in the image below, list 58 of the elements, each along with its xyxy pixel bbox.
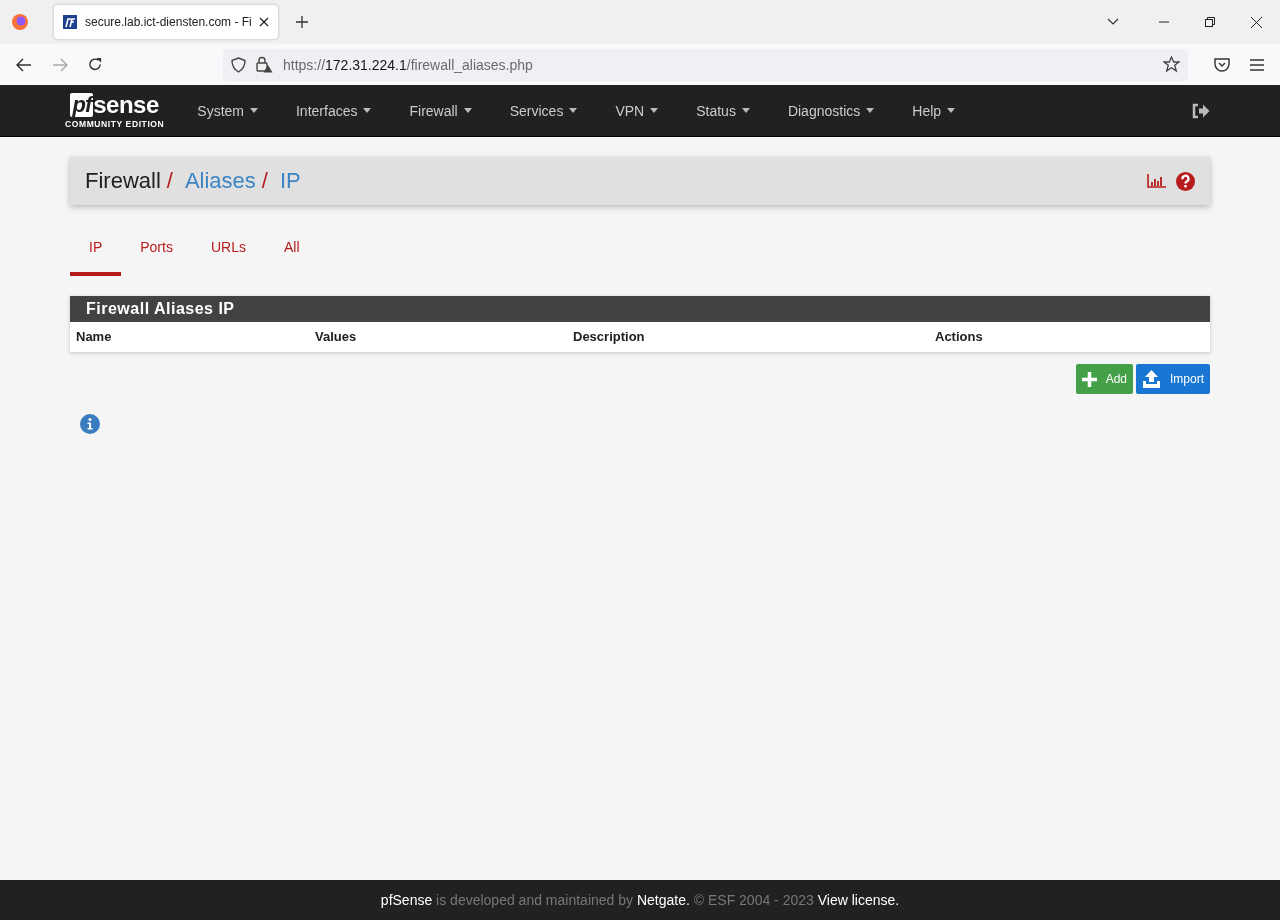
tab[interactable]: All bbox=[264, 227, 319, 276]
import-button[interactable]: Import bbox=[1136, 364, 1210, 394]
nav-menu-item[interactable]: VPN bbox=[596, 102, 678, 119]
menu-icon[interactable] bbox=[1250, 58, 1264, 71]
column-header: Name bbox=[76, 329, 113, 344]
caret-icon bbox=[947, 108, 956, 113]
back-arrow-icon[interactable] bbox=[16, 57, 32, 72]
shield-icon bbox=[231, 56, 246, 73]
nav-menu-item[interactable]: System bbox=[178, 102, 277, 119]
browser-logo-icon[interactable] bbox=[11, 13, 29, 31]
upload-icon bbox=[1142, 369, 1161, 389]
tab[interactable]: IP bbox=[70, 227, 122, 276]
footer-link[interactable]: Netgate. bbox=[636, 892, 690, 908]
close-icon[interactable] bbox=[259, 17, 269, 27]
caret-icon bbox=[569, 108, 578, 113]
tab[interactable]: URLs bbox=[191, 227, 265, 276]
reload-icon[interactable] bbox=[88, 57, 103, 72]
column-header: Actions bbox=[935, 329, 984, 344]
footer-link[interactable]: View license. bbox=[817, 892, 900, 908]
help-icon[interactable] bbox=[1176, 171, 1195, 191]
column-header: Description bbox=[573, 329, 646, 344]
browser-tab[interactable]: secure.lab.ict-diensten.com - Fi bbox=[54, 5, 278, 39]
tab[interactable]: Ports bbox=[121, 227, 192, 276]
breadcrumb-separator: / bbox=[261, 168, 268, 194]
caret-icon bbox=[250, 108, 258, 113]
caret-icon bbox=[741, 108, 750, 113]
caret-icon bbox=[650, 108, 659, 113]
star-icon[interactable] bbox=[1163, 56, 1180, 73]
close-icon[interactable] bbox=[1251, 16, 1262, 28]
nav-menu-item[interactable]: Status bbox=[677, 102, 769, 119]
address-bar[interactable]: https://172.31.224.1/firewall_aliases.php bbox=[223, 48, 1188, 81]
lock-warning-icon bbox=[256, 56, 273, 73]
bar-chart-icon[interactable] bbox=[1147, 174, 1166, 188]
breadcrumb-text: Firewall bbox=[85, 168, 161, 194]
caret-icon bbox=[866, 108, 875, 113]
nav-menu-item[interactable]: Services bbox=[490, 102, 597, 119]
chevron-down-icon[interactable] bbox=[1107, 18, 1119, 26]
url-text: https://172.31.224.1/firewall_aliases.php bbox=[283, 56, 533, 73]
nav-menu-item[interactable]: Help bbox=[893, 102, 975, 119]
logout-icon[interactable] bbox=[1192, 102, 1210, 119]
caret-icon bbox=[463, 108, 472, 113]
breadcrumb-separator: / bbox=[166, 168, 173, 194]
plus-icon bbox=[1081, 371, 1097, 387]
pfsense-logo[interactable]: pfsense COMMUNITY EDITION bbox=[65, 92, 165, 129]
nav-menu-item[interactable]: Interfaces bbox=[277, 102, 391, 119]
new-tab-icon[interactable] bbox=[296, 16, 308, 28]
restore-icon[interactable] bbox=[1205, 17, 1215, 27]
pocket-icon[interactable] bbox=[1214, 57, 1230, 72]
pf-favicon-icon bbox=[63, 15, 77, 29]
footer-link[interactable]: pfSense bbox=[380, 892, 433, 908]
info-icon[interactable] bbox=[80, 414, 100, 434]
tab-title: secure.lab.ict-diensten.com - Fi bbox=[85, 15, 251, 29]
caret-icon bbox=[363, 108, 372, 113]
nav-menu-item[interactable]: Diagnostics bbox=[768, 102, 894, 119]
column-header: Values bbox=[315, 329, 358, 344]
nav-menu-item[interactable]: Firewall bbox=[390, 102, 491, 119]
panel-title: Firewall Aliases IP bbox=[70, 296, 1210, 322]
footer-text: pfSense is developed and maintained by Netgate. © ESF 2004 - 2023 View license. bbox=[380, 892, 900, 908]
